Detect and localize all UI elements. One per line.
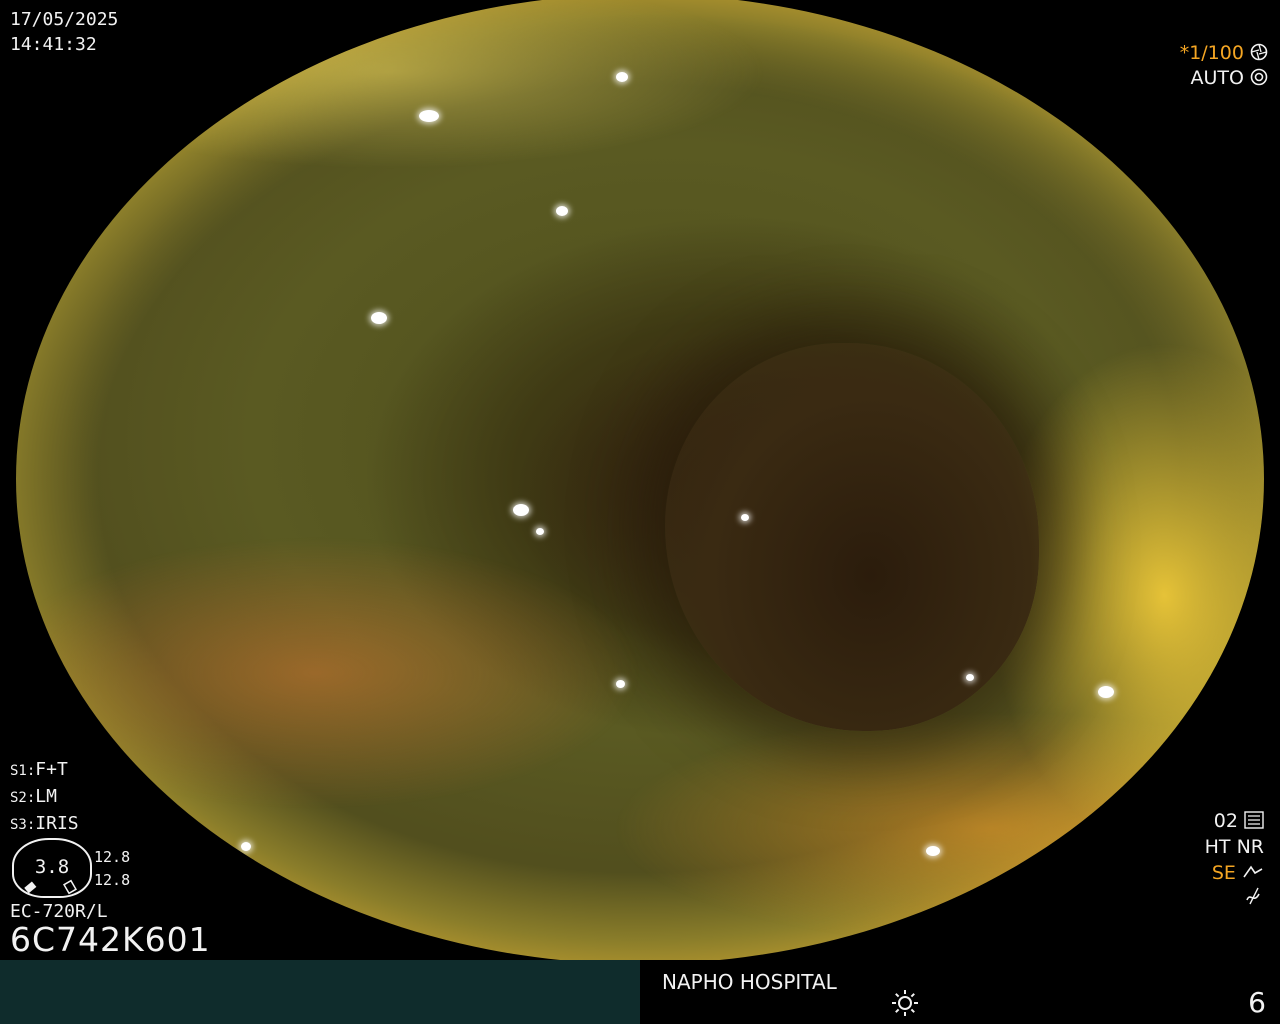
- specular-highlight: [536, 528, 544, 535]
- date: 17/05/2025: [10, 9, 119, 30]
- switch-item: S3:IRIS: [10, 813, 79, 834]
- specular-highlight: [513, 504, 529, 516]
- switch-item: S1:F+T: [10, 759, 68, 780]
- battery-icon: [24, 879, 77, 895]
- specular-highlight: [616, 680, 625, 688]
- specular-highlight: [1098, 686, 1114, 698]
- light-icon: [892, 990, 918, 1016]
- footer-left-panel: [0, 960, 640, 1024]
- channel-number: 02: [1213, 810, 1238, 832]
- gauge-top-value: 12.8: [94, 848, 131, 866]
- structure-enhance: SE: [1211, 862, 1236, 884]
- footer-right-panel: NAPHO HOSPITAL 6: [640, 960, 1280, 1024]
- shutter-speed: *1/100: [1179, 42, 1244, 64]
- scope-serial: 6C742K601: [10, 920, 211, 959]
- time: 14:41:32: [10, 34, 97, 55]
- auto-exposure-icon: [1250, 68, 1268, 86]
- specular-highlight: [616, 72, 628, 82]
- specular-highlight: [741, 514, 749, 521]
- switch-item: S2:LM: [10, 786, 57, 807]
- specular-highlight: [371, 312, 387, 324]
- freeze-icon: [1246, 887, 1260, 905]
- hospital-name: NAPHO HOSPITAL: [662, 970, 837, 994]
- settings-bars-icon: [1244, 811, 1264, 829]
- date-time: 17/05/2025 14:41:32: [10, 7, 118, 57]
- gauge-bottom-value: 12.8: [94, 871, 131, 889]
- specular-highlight: [966, 674, 974, 681]
- specular-highlight: [556, 206, 568, 216]
- exposure-settings: *1/100 AUTO: [1180, 41, 1268, 91]
- specular-highlight: [419, 110, 439, 122]
- ht-nr: HT NR: [1204, 836, 1264, 858]
- processing-settings: 02 HT NR SE: [1205, 808, 1264, 913]
- gauge: 3.8: [12, 838, 92, 898]
- specular-highlight: [241, 842, 251, 851]
- enhance-icon: [1243, 865, 1263, 878]
- specular-highlight: [926, 846, 940, 856]
- image-number: 6: [1248, 986, 1266, 1019]
- exposure-mode: AUTO: [1190, 67, 1244, 89]
- gauge-value: 3.8: [34, 856, 70, 878]
- switch-assignments: S1:F+T S2:LM S3:IRIS: [10, 757, 79, 838]
- lumen: [664, 343, 1040, 732]
- endoscopy-view: [16, 0, 1264, 964]
- aperture-icon: [1250, 43, 1268, 61]
